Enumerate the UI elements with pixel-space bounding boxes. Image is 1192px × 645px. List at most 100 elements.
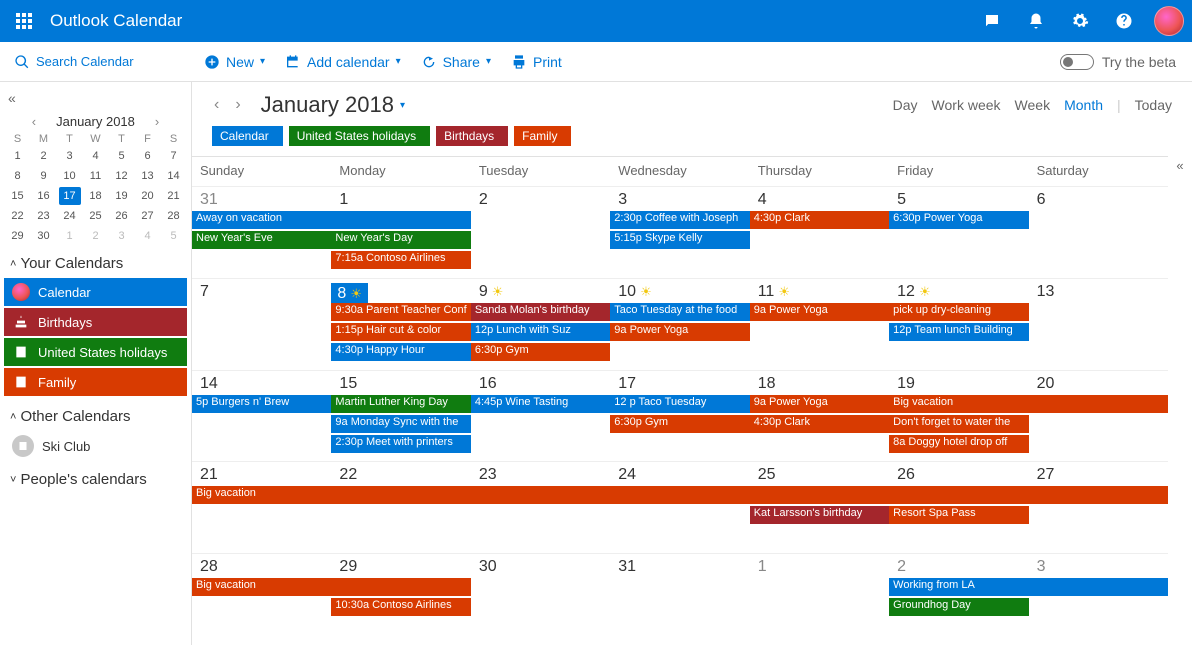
event-item[interactable]: 9:30a Parent Teacher Conf: [331, 303, 470, 321]
day-cell[interactable]: 19Don't forget to water the8a Doggy hote…: [889, 371, 1028, 462]
day-cell[interactable]: 2910:30a Contoso Airlines: [331, 554, 470, 645]
event-item[interactable]: 10:30a Contoso Airlines: [331, 598, 470, 616]
event-item[interactable]: Groundhog Day: [889, 598, 1028, 616]
next-month-button[interactable]: ›: [233, 96, 242, 114]
mini-day[interactable]: 18: [85, 187, 107, 205]
day-cell[interactable]: 10☀Taco Tuesday at the food9a Power Yoga: [610, 279, 749, 370]
day-cell[interactable]: 2Groundhog Day: [889, 554, 1028, 645]
event-item-span[interactable]: Big vacation: [889, 395, 1168, 413]
day-cell[interactable]: 30: [471, 554, 610, 645]
event-item[interactable]: 6:30p Power Yoga: [889, 211, 1028, 229]
event-item[interactable]: pick up dry-cleaning: [889, 303, 1028, 321]
try-beta-toggle[interactable]: Try the beta: [1060, 54, 1184, 70]
mini-day[interactable]: 28: [163, 207, 185, 225]
mini-day[interactable]: 15: [7, 187, 29, 205]
avatar[interactable]: [1154, 6, 1184, 36]
mini-day[interactable]: 11: [85, 167, 107, 185]
event-item[interactable]: 4:45p Wine Tasting: [471, 395, 610, 413]
event-item[interactable]: 1:15p Hair cut & color: [331, 323, 470, 341]
collapse-right-button[interactable]: «: [1168, 156, 1192, 645]
event-item[interactable]: Kat Larsson's birthday: [750, 506, 889, 524]
legend-item[interactable]: Family: [514, 126, 571, 146]
your-calendars-toggle[interactable]: ˄Your Calendars: [4, 245, 187, 278]
mini-day[interactable]: 1: [59, 227, 81, 245]
mini-day[interactable]: 3: [59, 147, 81, 165]
day-cell[interactable]: 32:30p Coffee with Joseph5:15p Skype Kel…: [610, 187, 749, 278]
event-item[interactable]: Don't forget to water the: [889, 415, 1028, 433]
mini-day[interactable]: 14: [163, 167, 185, 185]
day-cell[interactable]: 24: [610, 462, 749, 553]
mini-day[interactable]: 4: [137, 227, 159, 245]
day-cell[interactable]: 6: [1029, 187, 1168, 278]
search-input[interactable]: Search Calendar: [8, 54, 194, 70]
day-cell[interactable]: 22: [331, 462, 470, 553]
event-item[interactable]: 2:30p Meet with printers: [331, 435, 470, 453]
event-item[interactable]: 4:30p Happy Hour: [331, 343, 470, 361]
mini-day[interactable]: 3: [111, 227, 133, 245]
event-item[interactable]: 9a Power Yoga: [610, 323, 749, 341]
day-cell[interactable]: 1New Year's Day7:15a Contoso Airlines: [331, 187, 470, 278]
event-item[interactable]: 5p Burgers n' Brew: [192, 395, 331, 413]
day-cell[interactable]: 1712 p Taco Tuesday6:30p Gym: [610, 371, 749, 462]
event-item[interactable]: 5:15p Skype Kelly: [610, 231, 749, 249]
mini-day[interactable]: 23: [33, 207, 55, 225]
calendar-item[interactable]: Family: [4, 368, 187, 396]
collapse-sidebar-button[interactable]: «: [4, 88, 187, 108]
event-item[interactable]: 9a Power Yoga: [750, 303, 889, 321]
view-month[interactable]: Month: [1064, 97, 1103, 113]
mini-day[interactable]: 9: [33, 167, 55, 185]
day-cell[interactable]: 23: [471, 462, 610, 553]
event-item[interactable]: 7:15a Contoso Airlines: [331, 251, 470, 269]
event-item[interactable]: 4:30p Clark: [750, 211, 889, 229]
day-cell[interactable]: 145p Burgers n' Brew: [192, 371, 331, 462]
peoples-calendars-toggle[interactable]: ˅People's calendars: [4, 461, 187, 494]
day-cell[interactable]: 3: [1029, 554, 1168, 645]
event-item-span[interactable]: Away on vacation: [192, 211, 471, 229]
day-cell[interactable]: 9☀Sanda Molan's birthday12p Lunch with S…: [471, 279, 610, 370]
mini-prev-button[interactable]: ‹: [26, 114, 42, 129]
mini-day[interactable]: 2: [33, 147, 55, 165]
mini-day[interactable]: 20: [137, 187, 159, 205]
event-item[interactable]: 9a Power Yoga: [750, 395, 889, 413]
legend-item[interactable]: United States holidays: [289, 126, 430, 146]
day-cell[interactable]: 56:30p Power Yoga: [889, 187, 1028, 278]
mini-day[interactable]: 29: [7, 227, 29, 245]
event-item-span[interactable]: Working from LA: [889, 578, 1168, 596]
app-launcher-button[interactable]: [0, 0, 48, 42]
mini-day[interactable]: 2: [85, 227, 107, 245]
event-item[interactable]: 12p Team lunch Building: [889, 323, 1028, 341]
day-cell[interactable]: 8☀9:30a Parent Teacher Conf1:15p Hair cu…: [331, 279, 470, 370]
mini-day[interactable]: 21: [163, 187, 185, 205]
view-workweek[interactable]: Work week: [932, 97, 1001, 113]
event-item[interactable]: 6:30p Gym: [471, 343, 610, 361]
calendar-item[interactable]: Calendar: [4, 278, 187, 306]
day-cell[interactable]: 2: [471, 187, 610, 278]
view-week[interactable]: Week: [1015, 97, 1051, 113]
mini-day[interactable]: 5: [111, 147, 133, 165]
day-cell[interactable]: 31New Year's Eve: [192, 187, 331, 278]
day-cell[interactable]: 25Kat Larsson's birthday: [750, 462, 889, 553]
day-cell[interactable]: 189a Power Yoga4:30p Clark: [750, 371, 889, 462]
day-cell[interactable]: 44:30p Clark: [750, 187, 889, 278]
mini-next-button[interactable]: ›: [149, 114, 165, 129]
help-icon[interactable]: [1102, 0, 1146, 42]
day-cell[interactable]: 13: [1029, 279, 1168, 370]
event-item[interactable]: 12 p Taco Tuesday: [610, 395, 749, 413]
day-cell[interactable]: 28: [192, 554, 331, 645]
mini-day[interactable]: 24: [59, 207, 81, 225]
event-item[interactable]: 2:30p Coffee with Joseph: [610, 211, 749, 229]
other-calendar-item[interactable]: Ski Club: [4, 431, 187, 461]
mini-day[interactable]: 6: [137, 147, 159, 165]
share-button[interactable]: Share ▾: [411, 42, 501, 82]
event-item[interactable]: 12p Lunch with Suz: [471, 323, 610, 341]
event-item[interactable]: Martin Luther King Day: [331, 395, 470, 413]
mini-day[interactable]: 30: [33, 227, 55, 245]
event-item[interactable]: 4:30p Clark: [750, 415, 889, 433]
other-calendars-toggle[interactable]: ˄Other Calendars: [4, 398, 187, 431]
month-title-dropdown[interactable]: January 2018 ▾: [255, 92, 405, 118]
mini-day[interactable]: 10: [59, 167, 81, 185]
calendar-item[interactable]: United States holidays: [4, 338, 187, 366]
add-calendar-button[interactable]: Add calendar ▾: [275, 42, 411, 82]
event-item[interactable]: New Year's Eve: [192, 231, 331, 249]
day-cell[interactable]: 7: [192, 279, 331, 370]
